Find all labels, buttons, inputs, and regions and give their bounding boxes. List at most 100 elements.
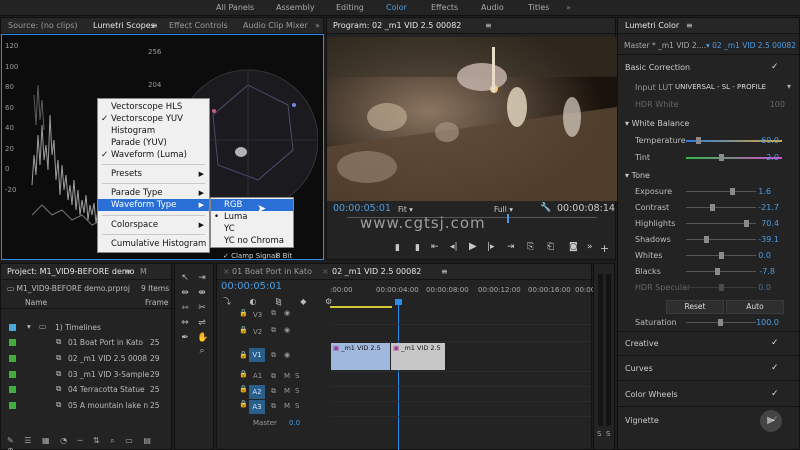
clamp-signal-checkbox[interactable]: ✓ Clamp Signal: [223, 252, 277, 260]
play-icon[interactable]: ▶: [469, 241, 477, 252]
project-footer-icons[interactable]: ✎ ☰ ▦ ◔ ─ ⇅ ⌕ ▭ ▤ ⊕: [7, 436, 171, 450]
submenu-item-yc-no-chroma[interactable]: YC no Chroma: [211, 235, 293, 247]
sync-icon[interactable]: ⧉: [271, 387, 276, 396]
quality-select[interactable]: Full ▾: [494, 205, 513, 214]
master-level[interactable]: 0.0: [289, 419, 300, 427]
overwrite-icon[interactable]: ⎗: [547, 242, 554, 252]
solo-right-button[interactable]: S: [606, 430, 610, 438]
menu-item-presets[interactable]: Presets ▶: [98, 168, 209, 180]
enable-check-icon[interactable]: ✓: [771, 364, 779, 373]
list-item[interactable]: ⧉ 03 _m1 VID 3-Sample 29: [1, 368, 171, 383]
more-controls-icon[interactable]: »: [587, 242, 593, 252]
shadows-slider[interactable]: [686, 236, 756, 243]
hand-tool-icon[interactable]: ✋: [197, 333, 208, 343]
fit-select[interactable]: Fit ▾: [398, 205, 413, 214]
lock-icon[interactable]: 🔒: [239, 400, 248, 408]
panel-menu-icon[interactable]: ≡: [485, 21, 492, 30]
column-name[interactable]: Name: [25, 298, 47, 307]
pen-tool-icon[interactable]: ✒: [180, 333, 190, 343]
sync-icon[interactable]: ⧉: [271, 351, 276, 360]
add-button-icon[interactable]: +: [600, 242, 609, 255]
timeline-toolbar-icons[interactable]: ⤵ ◐ ⧎ ◆ ⚙: [223, 296, 340, 307]
more-workspaces-icon[interactable]: »: [566, 3, 571, 12]
close-icon[interactable]: ×: [223, 267, 230, 276]
sync-icon[interactable]: ⧉: [271, 326, 276, 335]
playhead-handle[interactable]: [395, 299, 402, 305]
workspace-tab-editing[interactable]: Editing: [336, 3, 364, 12]
sync-icon[interactable]: ⧉: [271, 309, 276, 318]
menu-item-cumulative-histogram[interactable]: Cumulative Histogram: [98, 238, 209, 250]
lock-icon[interactable]: 🔒: [239, 370, 248, 378]
program-video-frame[interactable]: [327, 37, 617, 201]
column-frame[interactable]: Frame: [145, 298, 168, 307]
creative-section[interactable]: Creative ✓: [618, 337, 799, 351]
lock-icon[interactable]: 🔒: [239, 326, 248, 334]
list-item[interactable]: ⧉ 01 Boat Port in Kato 25: [1, 336, 171, 351]
step-forward-icon[interactable]: |▸: [487, 242, 495, 252]
close-icon[interactable]: ×: [322, 267, 329, 276]
saturation-slider[interactable]: [686, 319, 756, 326]
enable-check-icon[interactable]: ✓: [771, 390, 779, 399]
tab-effect-controls[interactable]: Effect Controls: [169, 21, 228, 30]
menu-item-vectorscope-hls[interactable]: Vectorscope HLS: [98, 101, 209, 113]
reset-button[interactable]: Reset: [666, 300, 724, 314]
source-patch-a2[interactable]: A2: [249, 385, 265, 399]
track-select-icon[interactable]: ⇥: [197, 273, 207, 283]
step-back-icon[interactable]: ◂|: [450, 242, 458, 252]
basic-correction-header[interactable]: Basic Correction ✓: [618, 61, 799, 75]
workspace-tab-audio[interactable]: Audio: [481, 3, 504, 12]
panel-menu-icon[interactable]: ≡: [151, 21, 158, 30]
tab-audio-clip-mixer[interactable]: Audio Clip Mixer: [243, 21, 308, 30]
menu-item-vectorscope-yuv[interactable]: ✓ Vectorscope YUV: [98, 113, 209, 125]
timeline-timecode[interactable]: 00:00:05:01: [221, 281, 282, 292]
lock-icon[interactable]: 🔒: [239, 309, 248, 317]
input-lut-select[interactable]: UNIVERSAL - SL - PROFILE: [675, 83, 766, 91]
mute-button[interactable]: M: [284, 387, 290, 395]
enable-check-icon[interactable]: ✓: [771, 63, 779, 72]
menu-item-waveform-luma[interactable]: ✓ Waveform (Luma): [98, 149, 209, 161]
go-to-in-icon[interactable]: ⇤: [431, 242, 439, 252]
zoom-tool-icon[interactable]: ⌕: [197, 346, 207, 356]
menu-item-colorspace[interactable]: Colorspace ▶: [98, 219, 209, 231]
lumetri-color-title[interactable]: Lumetri Color: [625, 21, 679, 30]
workspace-tab-color[interactable]: Color: [386, 3, 407, 12]
whites-slider[interactable]: [686, 252, 756, 259]
export-frame-icon[interactable]: ◙: [569, 242, 578, 252]
chevron-down-icon[interactable]: ▾: [27, 322, 31, 331]
mark-out-icon[interactable]: ▮: [415, 243, 420, 253]
solo-button[interactable]: S: [295, 402, 299, 410]
list-item[interactable]: ⧉ 02 _m1 VID 2.5 0008 29: [1, 352, 171, 367]
auto-button[interactable]: Auto: [726, 300, 784, 314]
tab-media-browser[interactable]: M: [140, 267, 147, 276]
timeline-clip[interactable]: ▣ _m1 VID 2.5: [331, 343, 390, 370]
submenu-item-rgb[interactable]: RGB: [211, 199, 293, 211]
panel-menu-icon[interactable]: ≡: [686, 21, 693, 30]
timeline-playhead[interactable]: [398, 300, 399, 450]
bit-depth-select[interactable]: 8 Bit: [276, 252, 292, 260]
master-clip-tab[interactable]: Master * _m1 VID 2....: [624, 41, 706, 50]
wrench-icon[interactable]: 🔧: [540, 203, 551, 213]
color-wheels-section[interactable]: Color Wheels ✓: [618, 388, 799, 402]
go-to-out-icon[interactable]: ⇥: [507, 242, 515, 252]
contrast-slider[interactable]: [686, 204, 756, 211]
source-patch-a3[interactable]: A3: [249, 400, 265, 414]
selection-tool-icon[interactable]: ↖: [180, 273, 190, 283]
enable-check-icon[interactable]: ✓: [771, 339, 779, 348]
panel-menu-icon[interactable]: ≡: [125, 267, 132, 276]
insert-icon[interactable]: ⎘: [527, 242, 534, 252]
curves-section[interactable]: Curves ✓: [618, 362, 799, 376]
list-item[interactable]: ⧉ 04 Terracotta Statue 25: [1, 383, 171, 398]
submenu-item-yc[interactable]: YC: [211, 223, 293, 235]
playhead[interactable]: [507, 214, 509, 223]
mute-button[interactable]: M: [284, 402, 290, 410]
timeline-ruler[interactable]: :00:00 00:00:04:00 00:00:08:00 00:00:12:…: [330, 286, 595, 298]
tab-lumetri-scopes[interactable]: Lumetri Scopes: [93, 21, 155, 30]
workspace-tab-titles[interactable]: Titles: [528, 3, 549, 12]
program-monitor-title[interactable]: Program: 02 _m1 VID 2.5 00082: [333, 21, 461, 30]
sync-icon[interactable]: ⧉: [271, 372, 276, 381]
rate-stretch-icon[interactable]: ⇿: [180, 303, 190, 313]
tone-header[interactable]: ▾ Tone: [618, 169, 799, 183]
workspace-tab-effects[interactable]: Effects: [431, 3, 458, 12]
project-title[interactable]: Project: M1_VID9-BEFORE demo: [7, 267, 135, 276]
lock-icon[interactable]: 🔒: [239, 385, 248, 393]
